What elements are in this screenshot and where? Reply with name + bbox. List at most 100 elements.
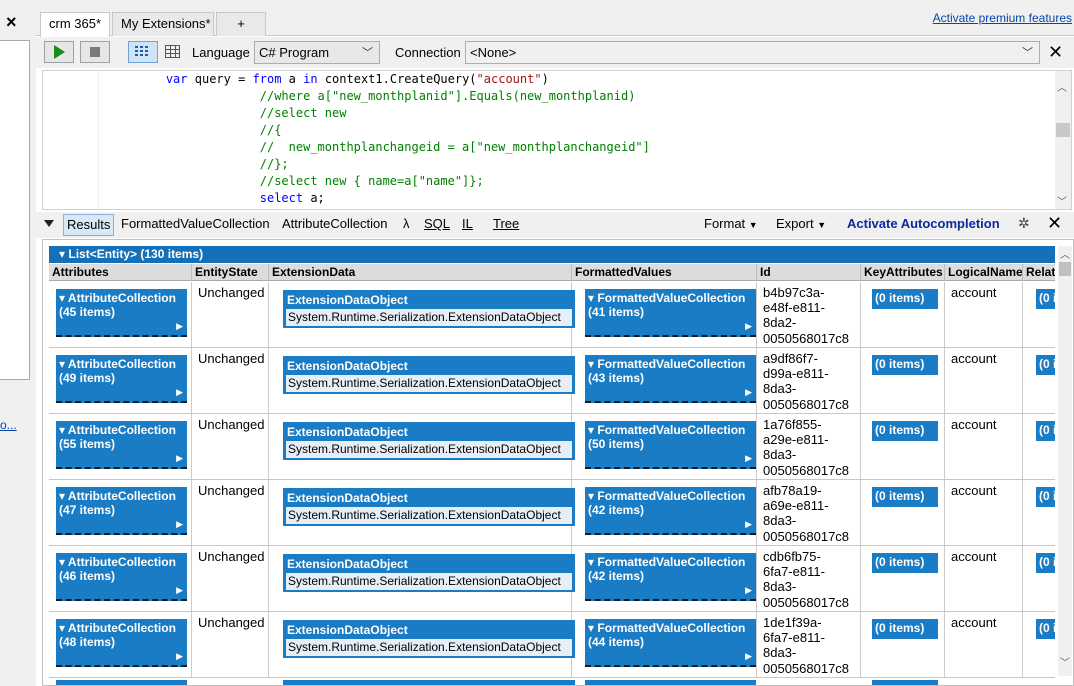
cell-divider	[944, 546, 945, 611]
results-scrollbar[interactable]	[1058, 246, 1072, 676]
stop-button[interactable]	[80, 41, 110, 63]
formatted-value-collection-button[interactable]: ▾ FormattedValueCollection (42 items) ▶	[585, 487, 756, 535]
tab-il[interactable]: IL	[459, 214, 476, 236]
extension-data-object[interactable]: ExtensionDataObject System.Runtime.Serial…	[283, 554, 575, 592]
cell-divider	[191, 348, 192, 413]
scroll-up-icon[interactable]: ︿	[1057, 79, 1067, 94]
related-entities-button[interactable]: (0 i	[1036, 355, 1055, 375]
column-header[interactable]: EntityState	[192, 264, 269, 281]
format-menu[interactable]: Format ▼	[701, 214, 761, 236]
run-button[interactable]	[44, 41, 74, 63]
entity-state: Unchanged	[198, 549, 265, 564]
close-query-icon[interactable]: ✕	[1048, 42, 1063, 63]
related-entities-button[interactable]: (0 i	[1036, 289, 1055, 309]
scroll-down-icon[interactable]: ﹀	[1057, 193, 1067, 208]
results-scroll-thumb[interactable]	[1059, 262, 1071, 276]
cell-divider	[191, 414, 192, 479]
extension-data-value: System.Runtime.Serialization.ExtensionDa…	[286, 573, 572, 590]
related-entities-button[interactable]: (0 i	[1036, 619, 1055, 639]
extension-data-title: ExtensionDataObject	[287, 491, 408, 505]
formatted-value-collection-button[interactable]: ▾ FormattedValueCollection (41 items) ▶	[585, 289, 756, 337]
key-attributes-button[interactable]: (0 items)	[872, 553, 938, 573]
related-entities-button[interactable]: (0 i	[1036, 553, 1055, 573]
column-header[interactable]: Attributes	[49, 264, 192, 281]
key-attributes-button[interactable]: (0 items)	[872, 619, 938, 639]
close-icon[interactable]: ×	[6, 13, 17, 31]
language-select[interactable]: C# Program ﹀	[254, 41, 380, 64]
column-header[interactable]: FormattedValues	[572, 264, 757, 281]
tab-results[interactable]: Results	[63, 214, 115, 236]
key-attributes-button[interactable]: (0 items)	[872, 355, 938, 375]
extension-data-object[interactable]: ExtensionDataObject System.Runtime.Serial…	[283, 290, 575, 328]
scroll-up-icon[interactable]: ︿	[1060, 246, 1070, 261]
connection-label: Connection	[395, 45, 461, 60]
related-entities-button[interactable]: (0 i	[1036, 487, 1055, 507]
tab-lambda[interactable]: λ	[400, 214, 413, 236]
column-header[interactable]: KeyAttributes	[861, 264, 945, 281]
list-header[interactable]: ▾ List<Entity> (130 items)	[49, 246, 1055, 263]
extension-data-object[interactable]: ExtensionDataObject System.Runtime.Serial…	[283, 488, 575, 526]
tab-my-extensions[interactable]: My Extensions*	[112, 12, 214, 36]
tab-formattedvaluecollection[interactable]: FormattedValueCollection	[118, 214, 273, 236]
code-token: //{	[259, 123, 282, 137]
left-pane-link[interactable]: o...	[0, 418, 36, 432]
key-attributes-button[interactable]: (0 items)	[872, 487, 938, 507]
key-attributes-button[interactable]: (0 items)	[872, 289, 938, 309]
formatted-value-collection-button[interactable]: ▾ FormattedValueCollection (43 items) ▶	[585, 355, 756, 403]
entity-state: Unchanged	[198, 351, 265, 366]
cell-divider	[191, 480, 192, 545]
code-token: var	[165, 72, 188, 86]
chevron-down-icon: ﹀	[362, 47, 373, 59]
attribute-collection-title: ▾ AttributeCollection	[59, 555, 176, 569]
attribute-collection-button[interactable]: ▾ AttributeCollection (47 items) ▶	[56, 487, 187, 535]
formatted-value-label: FormattedValueCollection	[597, 291, 746, 305]
results-to-table-button[interactable]	[158, 41, 188, 63]
attribute-collection-label: AttributeCollection	[67, 291, 176, 305]
logical-name: account	[951, 417, 997, 432]
formatted-value-label: FormattedValueCollection	[597, 357, 746, 371]
formatted-value-collection-button[interactable]: ▾ FormattedValueCollection (50 items) ▶	[585, 421, 756, 469]
column-header[interactable]: ExtensionData	[269, 264, 572, 281]
export-menu[interactable]: Export ▼	[773, 214, 829, 236]
connection-select[interactable]: <None> ﹀	[465, 41, 1040, 64]
add-tab-button[interactable]: +	[216, 12, 266, 36]
tab-sql[interactable]: SQL	[421, 214, 453, 236]
attribute-collection-button[interactable]: ▾ AttributeCollection (46 items) ▶	[56, 553, 187, 601]
formatted-value-title: ▾ FormattedValueCollection	[588, 423, 746, 437]
collapse-results-icon[interactable]	[44, 220, 54, 227]
column-header[interactable]: Relat	[1023, 264, 1055, 281]
editor-scroll-thumb[interactable]	[1056, 123, 1070, 137]
results-to-grids-button[interactable]	[128, 41, 158, 63]
attribute-collection-button[interactable]: ▾ AttributeCollection (48 items) ▶	[56, 619, 187, 667]
attribute-collection-button[interactable]: ▾ AttributeCollection (55 items) ▶	[56, 421, 187, 469]
activate-autocompletion-link[interactable]: Activate Autocompletion	[844, 214, 1003, 236]
attribute-collection-label: AttributeCollection	[67, 621, 176, 635]
cell-divider	[860, 282, 861, 347]
tab-crm365[interactable]: crm 365*	[40, 12, 110, 37]
expand-arrow-icon: ▶	[745, 387, 752, 397]
cell-divider	[860, 480, 861, 545]
attribute-collection-button[interactable]: ▾ AttributeCollection (49 items) ▶	[56, 355, 187, 403]
extension-data-object[interactable]: ExtensionDataObject System.Runtime.Serial…	[283, 620, 575, 658]
tab-attributecollection[interactable]: AttributeCollection	[279, 214, 391, 236]
code-token: select	[259, 191, 304, 205]
tab-tree[interactable]: Tree	[490, 214, 522, 236]
formatted-value-collection-button[interactable]: ▾ FormattedValueCollection (44 items) ▶	[585, 619, 756, 667]
key-attributes-button[interactable]: (0 items)	[872, 421, 938, 441]
extension-data-object[interactable]: ExtensionDataObject System.Runtime.Serial…	[283, 422, 575, 460]
column-header[interactable]: LogicalName	[945, 264, 1023, 281]
formatted-value-collection-button[interactable]: ▾ FormattedValueCollection (42 items) ▶	[585, 553, 756, 601]
scroll-down-icon[interactable]: ﹀	[1060, 654, 1070, 669]
column-header[interactable]: Id	[757, 264, 861, 281]
extension-data-value: System.Runtime.Serialization.ExtensionDa…	[286, 375, 572, 392]
code-editor[interactable]: var query = from a in context1.CreateQue…	[42, 70, 1072, 210]
code-line: //where a["new_monthplanid"].Equals(new_…	[43, 88, 636, 105]
cell-divider	[191, 612, 192, 677]
activate-premium-link[interactable]: Activate premium features	[933, 11, 1072, 25]
related-entities-button[interactable]: (0 i	[1036, 421, 1055, 441]
close-results-icon[interactable]: ✕	[1047, 213, 1062, 234]
results-rows: ▾ AttributeCollection (45 items) ▶ Unchange…	[43, 282, 1073, 685]
extension-data-object[interactable]: ExtensionDataObject System.Runtime.Serial…	[283, 356, 575, 394]
attribute-collection-button[interactable]: ▾ AttributeCollection (45 items) ▶	[56, 289, 187, 337]
